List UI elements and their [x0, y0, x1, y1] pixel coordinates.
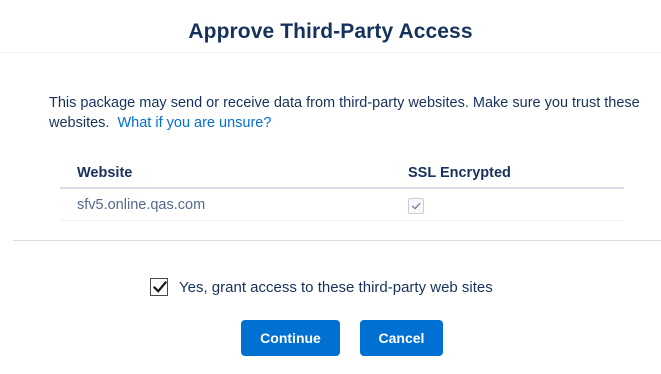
warning-message: This package may send or receive data fr…	[49, 93, 649, 133]
approve-access-dialog: Approve Third-Party Access This package …	[0, 0, 661, 374]
grant-access-checkbox[interactable]	[150, 278, 168, 296]
section-divider	[13, 240, 661, 241]
ssl-encrypted-checkbox	[408, 197, 424, 214]
column-header-ssl: SSL Encrypted	[391, 158, 624, 189]
grant-access-option[interactable]: Yes, grant access to these third-party w…	[150, 276, 493, 298]
dialog-header: Approve Third-Party Access	[0, 0, 661, 53]
dialog-title: Approve Third-Party Access	[188, 20, 473, 43]
continue-button[interactable]: Continue	[241, 320, 340, 356]
checkmark-icon	[152, 280, 168, 293]
ssl-cell	[391, 188, 624, 221]
website-cell: sfv5.online.qas.com	[60, 188, 391, 221]
website-table: Website SSL Encrypted sfv5.online.qas.co…	[60, 158, 624, 221]
unsure-help-link[interactable]: What if you are unsure?	[117, 115, 271, 131]
check-icon	[411, 202, 421, 209]
grant-access-label[interactable]: Yes, grant access to these third-party w…	[179, 279, 493, 296]
table-row: sfv5.online.qas.com	[60, 188, 624, 221]
cancel-button[interactable]: Cancel	[360, 320, 443, 356]
column-header-website: Website	[60, 158, 391, 189]
table-header-row: Website SSL Encrypted	[60, 158, 624, 189]
